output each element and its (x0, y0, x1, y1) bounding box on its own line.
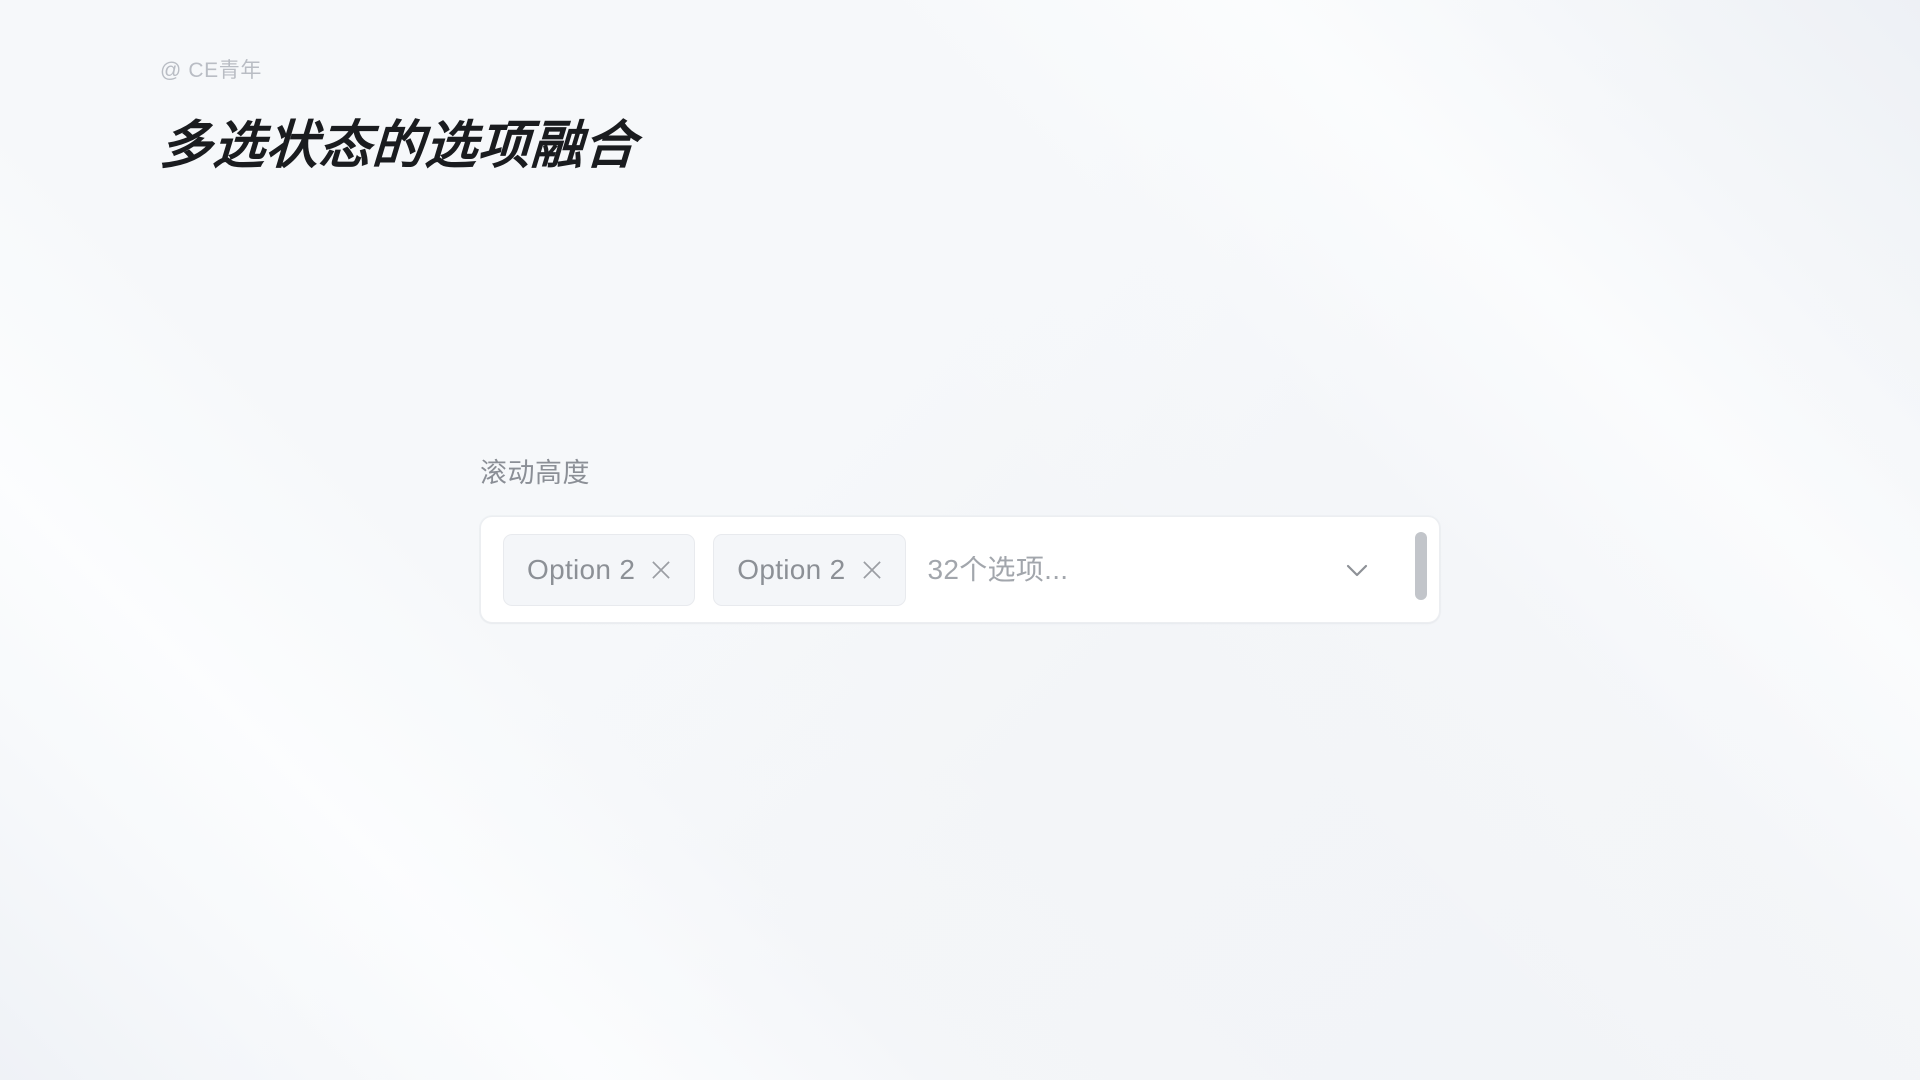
watermark-credit: @ CE青年 (160, 59, 262, 82)
selected-tag[interactable]: Option 2 (503, 533, 696, 606)
close-icon[interactable] (860, 558, 884, 582)
selected-tag-label: Option 2 (527, 553, 636, 585)
field-label: 滚动高度 (480, 458, 590, 488)
select-scrollbar[interactable] (1415, 525, 1427, 614)
scrollbar-thumb[interactable] (1415, 532, 1427, 601)
page-title: 多选状态的选项融合 (158, 117, 639, 175)
chevron-down-icon[interactable] (1337, 550, 1377, 590)
close-icon[interactable] (649, 558, 673, 582)
selected-tag[interactable]: Option 2 (713, 533, 906, 606)
multi-select-control[interactable]: Option 2 Option 2 32个选项... (480, 516, 1440, 624)
field-demo-block: 滚动高度 Option 2 Option 2 32个选项... (480, 455, 1440, 624)
select-value-area[interactable]: 32个选项... (906, 550, 1424, 590)
selected-tags-area: Option 2 Option 2 (503, 533, 906, 606)
select-placeholder: 32个选项... (927, 555, 1069, 584)
selected-tag-label: Option 2 (737, 553, 846, 585)
